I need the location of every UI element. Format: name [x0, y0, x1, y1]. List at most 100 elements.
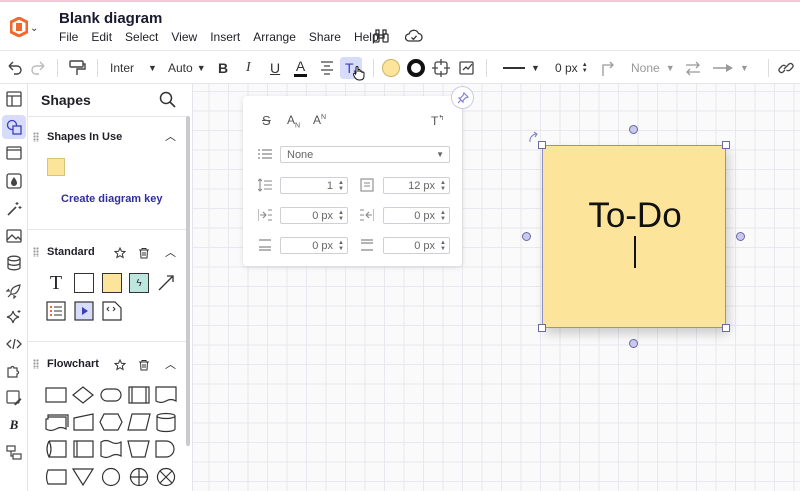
style-presets-icon[interactable] — [458, 51, 476, 85]
line-style-select[interactable]: ▼ — [503, 51, 540, 85]
fill-color-button[interactable] — [382, 51, 400, 85]
line-spacing-icon — [258, 178, 272, 192]
section-title: Standard — [47, 246, 95, 258]
shape-list[interactable] — [46, 301, 66, 321]
format-painter-icon[interactable] — [67, 51, 87, 85]
sparkle-icon[interactable] — [5, 308, 23, 326]
connection-point-bottom[interactable] — [629, 339, 638, 348]
indent-right-field[interactable]: 0 px ▲ ▼ — [383, 207, 450, 224]
subscript-button[interactable]: AN — [287, 113, 300, 129]
paragraph-spacing-icon — [360, 178, 374, 192]
shape-text[interactable]: T — [46, 272, 66, 294]
chevron-up-icon[interactable]: ︿ — [165, 356, 176, 372]
shapes-panel-scrollbar[interactable] — [186, 116, 190, 446]
section-header-flowchart[interactable]: Flowchart — [33, 358, 99, 370]
shape-embed[interactable] — [102, 301, 122, 321]
align-center-icon[interactable] — [319, 51, 335, 85]
cloud-saved-icon[interactable] — [405, 29, 423, 43]
resize-handle-bottom-right[interactable] — [722, 324, 730, 332]
font-family-select[interactable]: Inter ▼ — [110, 51, 157, 85]
shape-note[interactable] — [102, 273, 122, 293]
line-width-field[interactable]: 0 px ▲ ▼ — [555, 51, 588, 85]
menu-share[interactable]: Share — [309, 30, 341, 44]
shape-lightning-block[interactable]: ϟ — [129, 273, 149, 293]
sticky-note-text[interactable]: To-Do — [543, 196, 727, 236]
app-logo-icon[interactable] — [10, 17, 28, 37]
menu-select[interactable]: Select — [125, 30, 158, 44]
menu-file[interactable]: File — [59, 30, 78, 44]
bold-button[interactable]: B — [218, 51, 228, 85]
arrow-start-select[interactable]: None ▼ — [631, 51, 675, 85]
star-icon[interactable] — [114, 359, 126, 371]
pin-popup-button[interactable] — [451, 86, 474, 109]
pin-icon — [457, 91, 469, 103]
search-icon[interactable] — [159, 91, 176, 108]
menu-view[interactable]: View — [171, 30, 197, 44]
binoculars-icon[interactable] — [373, 28, 389, 44]
connection-point-left[interactable] — [522, 232, 531, 241]
star-icon[interactable] — [114, 247, 126, 259]
line-spacing-field[interactable]: 1 ▲ ▼ — [280, 177, 348, 194]
menu-edit[interactable]: Edit — [91, 30, 112, 44]
italic-button[interactable]: I — [246, 51, 251, 85]
swap-arrows-icon[interactable] — [684, 51, 702, 85]
menu-insert[interactable]: Insert — [210, 30, 240, 44]
line-elbow-icon[interactable] — [600, 51, 616, 85]
shape-video[interactable] — [74, 301, 94, 321]
underline-button[interactable]: U — [270, 51, 280, 85]
connection-point-right[interactable] — [736, 232, 745, 241]
drag-grip-icon[interactable] — [33, 359, 39, 369]
section-header-shapes-in-use[interactable]: Shapes In Use — [33, 131, 122, 143]
trash-icon[interactable] — [138, 359, 150, 371]
chevron-up-icon[interactable]: ︿ — [165, 244, 176, 260]
redo-icon[interactable] — [30, 51, 48, 85]
shapes-icon[interactable] — [2, 115, 26, 139]
fill-drop-icon[interactable] — [5, 172, 23, 190]
rocket-icon[interactable] — [5, 282, 23, 300]
link-icon[interactable] — [778, 51, 794, 85]
frame-icon[interactable] — [5, 144, 23, 162]
create-diagram-key-link[interactable]: Create diagram key — [61, 193, 163, 205]
superscript-button[interactable]: AN — [313, 113, 326, 127]
puzzle-icon[interactable] — [5, 362, 23, 380]
shape-sticky-note[interactable] — [47, 158, 65, 176]
diagram-components-icon[interactable] — [5, 443, 23, 461]
indent-left-field[interactable]: 0 px ▲ ▼ — [280, 207, 348, 224]
magic-wand-icon[interactable] — [5, 200, 23, 218]
edit-image-icon[interactable] — [5, 389, 23, 407]
drag-grip-icon[interactable] — [33, 247, 39, 257]
shape-options-icon[interactable] — [432, 51, 450, 85]
space-before-icon — [259, 239, 271, 251]
connection-point-top[interactable] — [629, 125, 638, 134]
resize-handle-top-right[interactable] — [722, 141, 730, 149]
font-size-select[interactable]: Auto ▼ — [168, 51, 206, 85]
text-direction-button[interactable]: T↰ — [431, 114, 444, 128]
line-color-button[interactable] — [407, 51, 425, 85]
integration-b-icon[interactable]: B — [5, 416, 23, 434]
document-title[interactable]: Blank diagram — [59, 10, 162, 27]
resize-handle-bottom-left[interactable] — [538, 324, 546, 332]
trash-icon[interactable] — [138, 247, 150, 259]
code-icon[interactable] — [5, 335, 23, 353]
chevron-up-icon[interactable]: ︿ — [165, 128, 176, 144]
image-icon[interactable] — [5, 227, 23, 245]
space-before-field[interactable]: 0 px ▲ ▼ — [280, 237, 348, 254]
menu-arrange[interactable]: Arrange — [253, 30, 296, 44]
resize-handle-top-left[interactable] — [538, 141, 546, 149]
shape-rectangle[interactable] — [74, 273, 94, 293]
paragraph-spacing-field[interactable]: 12 px ▲ ▼ — [383, 177, 450, 194]
shape-terminator — [100, 388, 122, 402]
chevron-down-icon[interactable]: ⌄ — [30, 23, 38, 34]
space-after-field[interactable]: 0 px ▲ ▼ — [383, 237, 450, 254]
section-header-standard[interactable]: Standard — [33, 246, 95, 258]
undo-icon[interactable] — [5, 51, 23, 85]
drag-grip-icon[interactable] — [33, 132, 39, 142]
list-style-select[interactable]: None ▼ — [280, 146, 450, 163]
text-color-button[interactable]: A — [294, 51, 307, 85]
shape-arrow[interactable] — [156, 273, 176, 293]
strikethrough-button[interactable]: S — [262, 113, 271, 128]
arrow-end-select[interactable]: ▼ — [712, 51, 749, 85]
database-icon[interactable] — [5, 254, 23, 272]
sticky-note[interactable]: To-Do — [542, 145, 726, 328]
pages-icon[interactable] — [5, 90, 23, 108]
